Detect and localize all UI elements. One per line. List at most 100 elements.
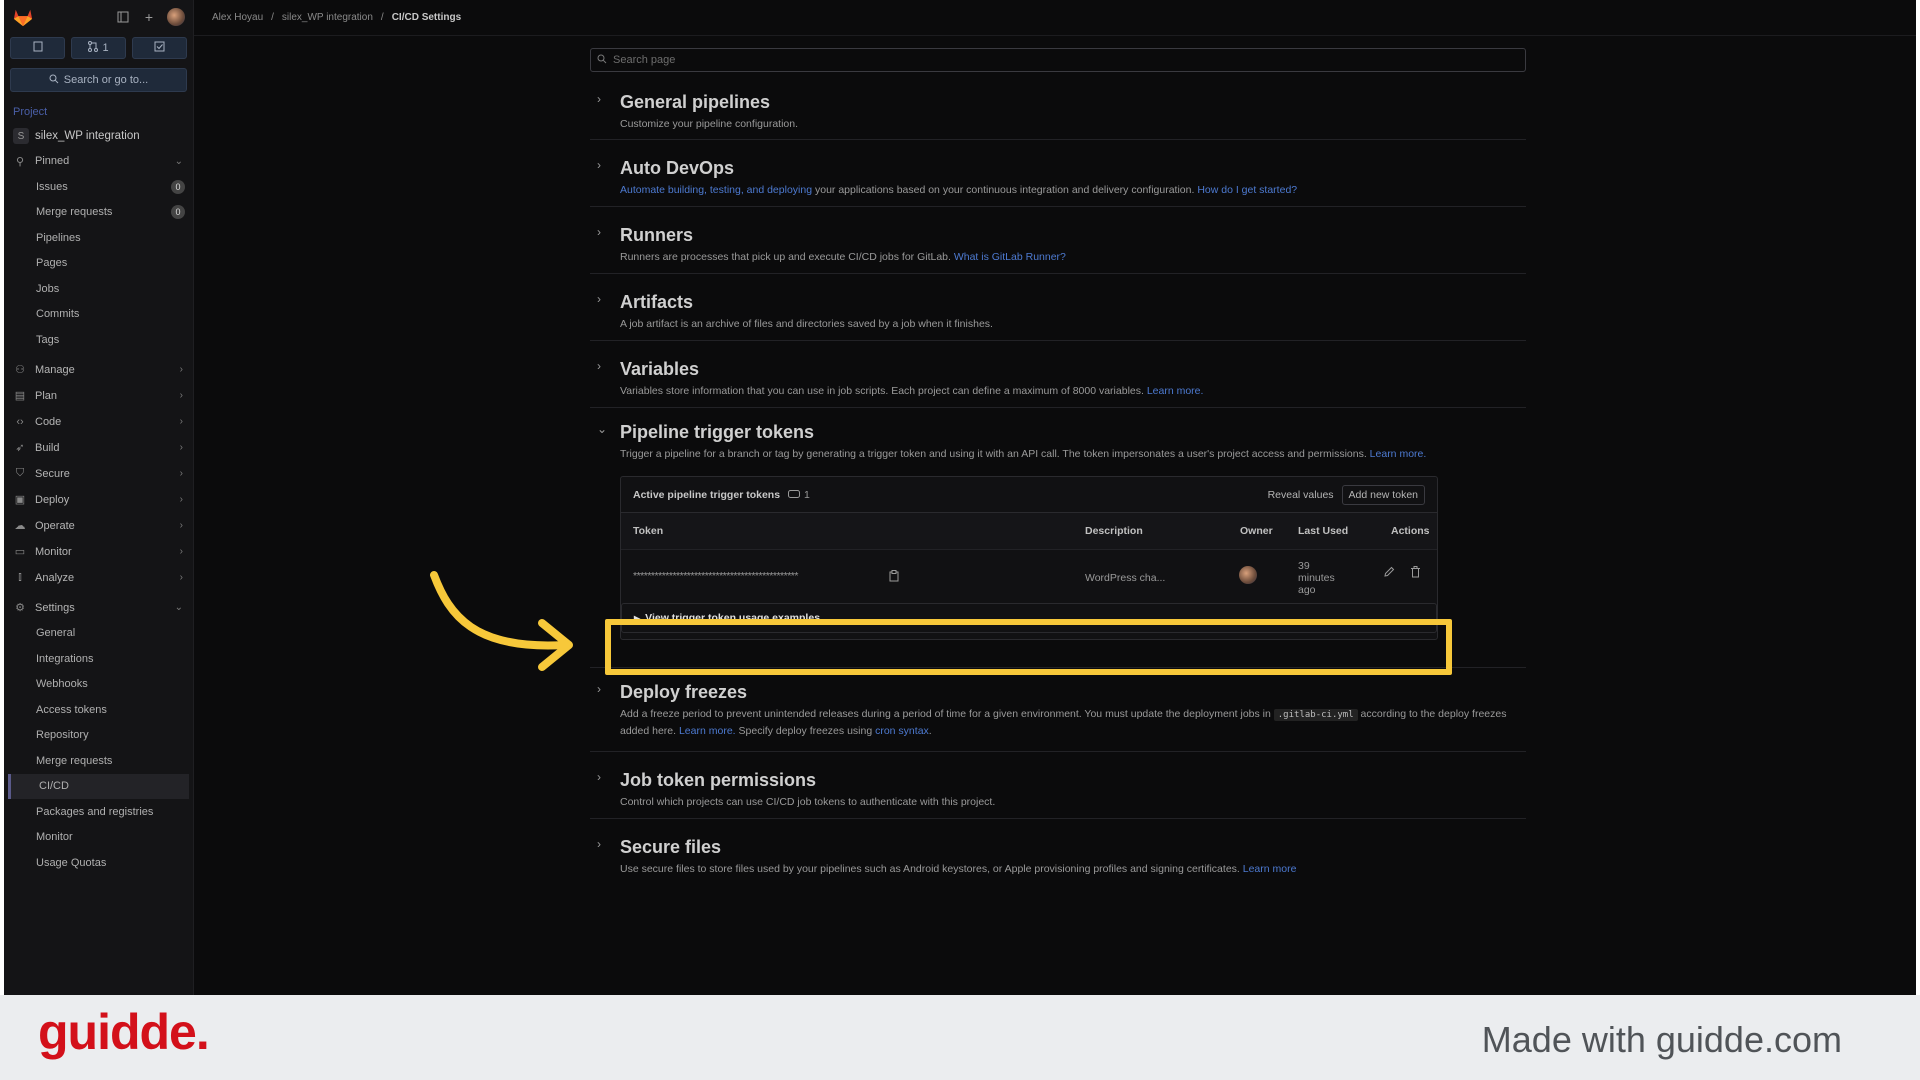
sidebar-item-analyze[interactable]: ⫾ Analyze › bbox=[4, 565, 193, 591]
sidebar-item-label: Pinned bbox=[35, 155, 70, 167]
breadcrumb-user[interactable]: Alex Hoyau bbox=[212, 12, 263, 23]
merge-requests-shortcut-button[interactable]: 1 bbox=[71, 37, 126, 59]
chevron-right-icon[interactable]: › bbox=[597, 359, 601, 373]
sidebar-item-code[interactable]: ‹› Code › bbox=[4, 409, 193, 435]
chevron-right-icon: › bbox=[179, 442, 183, 453]
issues-shortcut-button[interactable] bbox=[10, 37, 65, 59]
sidebar-header: + bbox=[4, 0, 193, 34]
card-header: Active pipeline trigger tokens 1 Reveal … bbox=[621, 477, 1437, 513]
section-description: Control which projects can use CI/CD job… bbox=[620, 796, 996, 808]
section-title[interactable]: Deploy freezes bbox=[620, 682, 1526, 703]
chevron-right-icon[interactable]: › bbox=[597, 292, 601, 306]
reveal-values-button[interactable]: Reveal values bbox=[1268, 489, 1334, 501]
sidebar-item-issues[interactable]: Issues 0 bbox=[4, 174, 193, 200]
chevron-right-icon: › bbox=[179, 468, 183, 479]
user-avatar[interactable] bbox=[167, 8, 185, 26]
sidebar-item-plan[interactable]: ▤ Plan › bbox=[4, 383, 193, 409]
cron-syntax-link[interactable]: cron syntax bbox=[875, 725, 929, 737]
sidebar-item-label: Merge requests bbox=[36, 206, 113, 219]
sidebar-item-access-tokens[interactable]: Access tokens bbox=[4, 697, 193, 723]
get-started-link[interactable]: How do I get started? bbox=[1197, 184, 1297, 196]
add-new-token-button[interactable]: Add new token bbox=[1341, 484, 1425, 505]
sidebar-item-manage[interactable]: ⚇ Manage › bbox=[4, 357, 193, 383]
secure-files-learn-more-link[interactable]: Learn more bbox=[1243, 863, 1297, 875]
sidebar-item-secure[interactable]: ⛉ Secure › bbox=[4, 461, 193, 487]
pin-icon: ⚲ bbox=[15, 155, 25, 168]
sidebar-item-usage-quotas[interactable]: Usage Quotas bbox=[4, 850, 193, 876]
copy-icon[interactable] bbox=[889, 570, 899, 585]
section-title[interactable]: Runners bbox=[620, 225, 1526, 246]
sidebar-item-operate[interactable]: ☁ Operate › bbox=[4, 513, 193, 539]
trash-icon[interactable] bbox=[1410, 566, 1421, 581]
sidebar-item-pinned[interactable]: ⚲ Pinned ⌄ bbox=[4, 148, 193, 174]
plus-icon[interactable]: + bbox=[141, 9, 157, 25]
project-name: silex_WP integration bbox=[35, 130, 140, 142]
pencil-icon[interactable] bbox=[1383, 566, 1395, 581]
chevron-right-icon: › bbox=[179, 416, 183, 427]
chevron-down-icon[interactable]: ⌄ bbox=[597, 422, 607, 436]
sidebar-item-settings[interactable]: ⚙ Settings ⌄ bbox=[4, 595, 193, 621]
chevron-down-icon: ⌄ bbox=[174, 155, 183, 167]
auto-devops-desc: your applications based on your continuo… bbox=[812, 184, 1198, 196]
section-title[interactable]: Secure files bbox=[620, 837, 1526, 858]
trigger-learn-more-link[interactable]: Learn more. bbox=[1370, 448, 1427, 460]
sidebar-item-cicd[interactable]: CI/CD bbox=[8, 773, 189, 799]
gitlab-logo-icon[interactable] bbox=[12, 7, 34, 27]
section-title[interactable]: Artifacts bbox=[620, 292, 1526, 313]
chevron-right-icon[interactable]: › bbox=[597, 837, 601, 851]
breadcrumb-current[interactable]: CI/CD Settings bbox=[392, 12, 461, 23]
sidebar-item-webhooks[interactable]: Webhooks bbox=[4, 672, 193, 698]
sidebar-item-packages-and-registries[interactable]: Packages and registries bbox=[4, 799, 193, 825]
owner-avatar[interactable] bbox=[1239, 566, 1257, 584]
section-title[interactable]: Pipeline trigger tokens bbox=[620, 422, 1526, 443]
sidebar-item-settings-monitor[interactable]: Monitor bbox=[4, 825, 193, 851]
auto-devops-link[interactable]: Automate building, testing, and deployin… bbox=[620, 184, 812, 196]
sidebar-item-tags[interactable]: Tags bbox=[4, 327, 193, 353]
sidebar-item-integrations[interactable]: Integrations bbox=[4, 646, 193, 672]
section-title[interactable]: Job token permissions bbox=[620, 770, 1526, 791]
sidebar-item-monitor[interactable]: ▭ Monitor › bbox=[4, 539, 193, 565]
highlight-frame bbox=[605, 619, 1452, 675]
sidebar-toggle-icon[interactable] bbox=[115, 9, 131, 25]
sidebar-item-merge-requests[interactable]: Merge requests 0 bbox=[4, 200, 193, 226]
search-or-go-to-button[interactable]: Search or go to... bbox=[10, 68, 187, 92]
sidebar-item-deploy[interactable]: ▣ Deploy › bbox=[4, 487, 193, 513]
sidebar-item-label: Operate bbox=[35, 519, 75, 532]
sidebar-item-repository[interactable]: Repository bbox=[4, 723, 193, 749]
sidebar-item-jobs[interactable]: Jobs bbox=[4, 276, 193, 302]
sidebar-item-settings-merge-requests[interactable]: Merge requests bbox=[4, 748, 193, 774]
sidebar-item-commits[interactable]: Commits bbox=[4, 302, 193, 328]
sidebar-item-label: Secure bbox=[35, 467, 70, 480]
what-is-runner-link[interactable]: What is GitLab Runner? bbox=[954, 251, 1066, 263]
sidebar-item-general[interactable]: General bbox=[4, 621, 193, 647]
search-page-input[interactable]: Search page bbox=[590, 48, 1526, 72]
cloud-icon: ☁ bbox=[14, 520, 26, 532]
count-badge: 0 bbox=[171, 179, 185, 194]
section-description: A job artifact is an archive of files an… bbox=[620, 318, 993, 330]
section-title[interactable]: General pipelines bbox=[620, 92, 1526, 113]
chevron-right-icon[interactable]: › bbox=[597, 92, 601, 106]
chevron-right-icon[interactable]: › bbox=[597, 225, 601, 239]
sidebar-project-link[interactable]: S silex_WP integration bbox=[4, 124, 193, 148]
main-content: Search page › General pipelines Customiz… bbox=[590, 48, 1526, 886]
shield-icon: ⛉ bbox=[15, 467, 25, 479]
section-title[interactable]: Auto DevOps bbox=[620, 158, 1526, 179]
freezes-learn-more-link[interactable]: Learn more. bbox=[679, 725, 736, 737]
sidebar-item-pipelines[interactable]: Pipelines bbox=[4, 225, 193, 251]
merge-requests-count: 1 bbox=[102, 42, 109, 54]
breadcrumb: Alex Hoyau / silex_WP integration / CI/C… bbox=[194, 0, 1916, 36]
card-title: Active pipeline trigger tokens bbox=[633, 488, 781, 501]
sidebar-item-pages[interactable]: Pages bbox=[4, 251, 193, 277]
sidebar-item-build[interactable]: ➶ Build › bbox=[4, 435, 193, 461]
chevron-right-icon[interactable]: › bbox=[597, 158, 601, 172]
breadcrumb-project[interactable]: silex_WP integration bbox=[282, 12, 373, 23]
section-general-pipelines: › General pipelines Customize your pipel… bbox=[590, 72, 1526, 140]
section-description: Variables store information that you can… bbox=[620, 383, 1526, 399]
variables-learn-more-link[interactable]: Learn more. bbox=[1147, 385, 1204, 397]
project-avatar: S bbox=[13, 128, 29, 144]
todos-shortcut-button[interactable] bbox=[132, 37, 187, 59]
chevron-right-icon[interactable]: › bbox=[597, 770, 601, 784]
chevron-right-icon[interactable]: › bbox=[597, 682, 601, 696]
sidebar-item-label: Integrations bbox=[36, 652, 94, 665]
section-title[interactable]: Variables bbox=[620, 359, 1526, 380]
